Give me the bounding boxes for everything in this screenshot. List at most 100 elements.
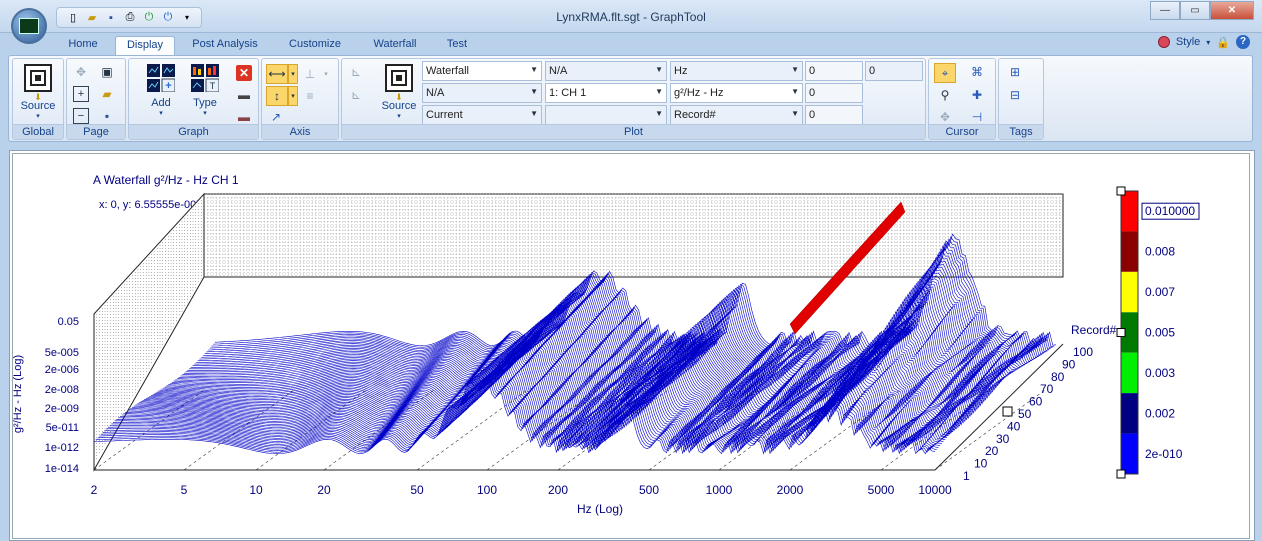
lock-icon[interactable]: 🔒	[1216, 36, 1230, 49]
y-axis-dropdown-icon[interactable]: ▾	[288, 86, 298, 106]
add-page-icon[interactable]: +	[73, 86, 89, 102]
y-unit-select[interactable]: g²/Hz - Hz ▼	[670, 83, 803, 103]
style-label: Style	[1175, 36, 1201, 48]
y-tick-label: 5e-005	[45, 347, 79, 359]
x-unit-select[interactable]: Hz ▼	[670, 61, 803, 81]
plot-type-select[interactable]: Waterfall ▼	[422, 61, 542, 81]
waterfall-plot[interactable]: A Waterfall g²/Hz - Hz CH 1 x: 0, y: 6.5…	[12, 154, 1249, 538]
tab-customize[interactable]: Customize	[282, 36, 348, 55]
x-axis-scale-icon[interactable]: ⟷	[266, 64, 288, 84]
move-page-icon[interactable]: ✥	[73, 64, 89, 80]
plot-source2-value: N/A	[549, 65, 568, 77]
z-axis-label: Record#	[1071, 323, 1117, 337]
plot-empty-select[interactable]: ▼	[545, 105, 667, 125]
colorbar-segment	[1121, 191, 1138, 232]
y-axis-scale-icon[interactable]: ↕	[266, 86, 288, 106]
cursor-remove-icon[interactable]: ⊣	[969, 109, 985, 125]
y-axis-add-icon[interactable]: ≡	[302, 88, 318, 104]
record-mode-select[interactable]: Current ▼	[422, 105, 542, 125]
y-unit-arrow-icon: ▼	[791, 87, 799, 96]
channel-arrow-icon: ▼	[655, 87, 663, 96]
z-tick-label: 80	[1051, 370, 1065, 384]
app-menu-button[interactable]	[11, 8, 47, 44]
graph-type-icon: T	[191, 64, 220, 93]
source-plot-button[interactable]: ⬇ Source ▾	[377, 62, 421, 124]
x-tick-label: 100	[477, 483, 497, 497]
page-setup-icon[interactable]: ▣	[99, 64, 115, 80]
add-graph-icon: +	[147, 64, 176, 93]
tab-home[interactable]: Home	[60, 36, 106, 55]
close-button[interactable]: ✕	[1210, 1, 1254, 20]
colorbar-label: 0.003	[1145, 366, 1175, 380]
delete-graph-icon[interactable]: ✕	[236, 65, 252, 81]
z-tick-label: 70	[1040, 382, 1054, 396]
source-global-button[interactable]: ⬇ Source ▾	[16, 62, 60, 124]
group-graph: + Add ▾ T Type ▾ ✕ ▬ ▬ Graph	[128, 58, 259, 140]
graph-properties-icon[interactable]: ▬	[236, 109, 252, 125]
record-mode-value: Current	[426, 109, 463, 121]
colorbar-label: 2e-010	[1145, 447, 1183, 461]
graph-type-label: Type	[193, 97, 217, 109]
plot-add-trace-icon[interactable]: ⊾	[348, 64, 364, 80]
graph-type-button[interactable]: T Type ▾	[183, 62, 227, 124]
plot-field-r1-a[interactable]: 0	[805, 61, 863, 81]
z-unit-select[interactable]: Record# ▼	[670, 105, 803, 125]
channel-value: 1: CH 1	[549, 87, 587, 99]
cursor-add-icon[interactable]: ✚	[969, 87, 985, 103]
waterfall-layer: 0.05 5e-005 2e-006 2e-008 2e-009 5e-011 1e-012…	[45, 186, 1200, 497]
plot-remove-trace-icon[interactable]: ⊾	[348, 87, 364, 103]
x-tick-label: 5000	[868, 483, 895, 497]
group-page: ✥ ▣ + ▰ − ▪ Page	[66, 58, 126, 140]
tab-test[interactable]: Test	[440, 36, 474, 55]
channel-select[interactable]: 1: CH 1 ▼	[545, 83, 667, 103]
x-tick-label: 2	[91, 483, 98, 497]
cursor-peak-icon[interactable]: ⌘	[969, 64, 985, 80]
plot-mode-value: N/A	[426, 87, 445, 99]
edit-tag-icon[interactable]: ⊟	[1007, 87, 1023, 103]
z-unit-arrow-icon: ▼	[791, 109, 799, 118]
plot-type-arrow-icon: ▼	[530, 65, 538, 74]
z-tick-label: 30	[996, 432, 1010, 446]
group-axis: ⟷ ▾ ⊥ ▾ ↕ ▾ ≡ ↗ Axis	[261, 58, 339, 140]
add-tag-icon[interactable]: ⊞	[1007, 64, 1023, 80]
zoom-icon[interactable]: ⚲	[937, 87, 953, 103]
graph-layout-icon[interactable]: ▬	[236, 87, 252, 103]
add-graph-button[interactable]: + Add ▾	[139, 62, 183, 124]
remove-page-icon[interactable]: −	[73, 108, 89, 124]
style-orb-icon	[1157, 36, 1170, 48]
y-tick-label: 1e-014	[45, 463, 79, 475]
x-axis-add-icon[interactable]: ⊥	[302, 66, 318, 82]
axis-3d-icon[interactable]: ↗	[268, 109, 284, 125]
source-plot-icon	[385, 64, 413, 92]
group-page-label: Page	[67, 124, 125, 139]
plot-mode-select[interactable]: N/A ▼	[422, 83, 542, 103]
minimize-button[interactable]: —	[1150, 1, 1180, 20]
plot-field-r1-b[interactable]: 0	[865, 61, 923, 81]
group-tags-label: Tags	[999, 124, 1043, 139]
x-axis-add-dropdown-icon[interactable]: ▾	[318, 66, 334, 82]
pan-icon[interactable]: ✥	[937, 109, 953, 125]
colorbar-label: 0.010000	[1145, 204, 1195, 218]
z-tick-label: 20	[985, 444, 999, 458]
x-unit-value: Hz	[674, 65, 688, 77]
source-plot-dropdown-icon: ▾	[397, 113, 401, 120]
tab-display[interactable]: Display	[115, 36, 175, 55]
cursor-crosshair-icon[interactable]: ⌖	[934, 63, 956, 83]
colorbar-segment	[1121, 231, 1138, 272]
maximize-button[interactable]: ▭	[1180, 1, 1210, 20]
tab-waterfall[interactable]: Waterfall	[364, 36, 426, 55]
x-axis-dropdown-icon[interactable]: ▾	[288, 64, 298, 84]
style-menu[interactable]: Style ▾ 🔒 ?	[1157, 35, 1250, 49]
save-page-icon[interactable]: ▪	[99, 108, 115, 124]
group-global-label: Global	[13, 124, 63, 139]
help-icon[interactable]: ?	[1236, 35, 1250, 49]
y-tick-label: 2e-009	[45, 403, 79, 415]
plot-field-r2-a[interactable]: 0	[805, 83, 863, 103]
colorbar-segment	[1121, 393, 1138, 434]
tab-post-analysis[interactable]: Post Analysis	[186, 36, 264, 55]
plot-field-r3-a[interactable]: 0	[805, 105, 863, 125]
open-page-icon[interactable]: ▰	[99, 86, 115, 102]
plot-source2-select[interactable]: N/A ▼	[545, 61, 667, 81]
z-tick-label: 40	[1007, 419, 1021, 433]
x-tick-label: 10	[249, 483, 263, 497]
